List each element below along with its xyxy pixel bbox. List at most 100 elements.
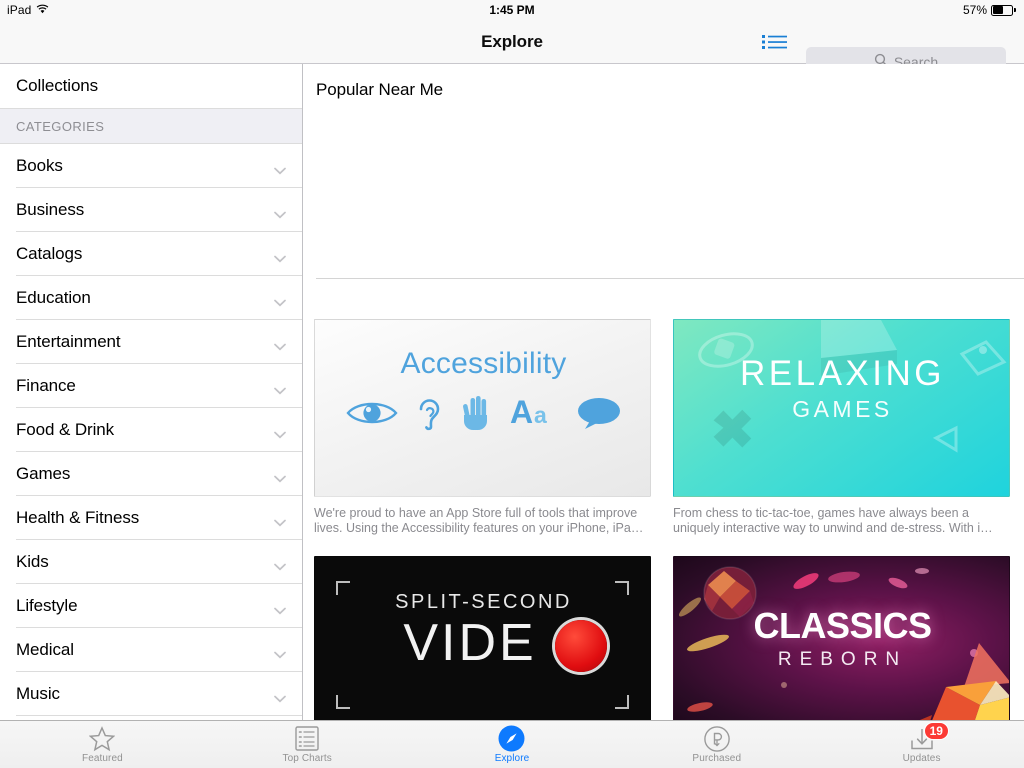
feature-card-classics-reborn[interactable]: CLASSICS REBORN	[673, 556, 1010, 720]
page-title: Explore	[481, 32, 543, 51]
accessibility-icon-row: A a	[315, 394, 650, 436]
sidebar-item-books[interactable]: Books	[0, 144, 302, 188]
tab-featured[interactable]: Featured	[0, 721, 205, 768]
sidebar-item-entertainment[interactable]: Entertainment	[0, 320, 302, 364]
sidebar-item-lifestyle[interactable]: Lifestyle	[0, 584, 302, 628]
chevron-down-icon[interactable]	[274, 690, 286, 703]
chevron-down-icon[interactable]	[274, 602, 286, 615]
status-bar-clock: 1:45 PM	[489, 3, 535, 17]
sidebar-item-business[interactable]: Business	[0, 188, 302, 232]
corner-bracket-icon	[336, 695, 350, 709]
ear-icon	[414, 395, 444, 436]
chevron-down-icon[interactable]	[274, 338, 286, 351]
sidebar-item-label: Health & Fitness	[16, 508, 140, 527]
sidebar-item-games[interactable]: Games	[0, 452, 302, 496]
sidebar-item-label: Finance	[16, 376, 76, 395]
sidebar-item-label: Kids	[16, 552, 49, 571]
sidebar-section-header-categories: CATEGORIES	[0, 108, 302, 144]
card-art-subtitle: VIDE	[403, 614, 537, 672]
updates-badge: 19	[923, 721, 949, 740]
card-artwork[interactable]: SPLIT-SECOND VIDE	[314, 556, 651, 720]
tab-updates[interactable]: 19 Updates	[819, 721, 1024, 768]
sidebar-item-music[interactable]: Music	[0, 672, 302, 716]
sidebar-item-label: Collections	[16, 76, 99, 95]
list-icon	[295, 726, 319, 752]
card-art-subtitle: GAMES	[792, 396, 893, 422]
chevron-down-icon[interactable]	[274, 294, 286, 307]
tab-top-charts[interactable]: Top Charts	[205, 721, 410, 768]
card-art-subtitle: REBORN	[777, 649, 908, 670]
sidebar-item-health-fitness[interactable]: Health & Fitness	[0, 496, 302, 540]
tab-label: Top Charts	[282, 752, 332, 764]
card-art-title: SPLIT-SECOND	[395, 591, 572, 613]
tab-label: Featured	[81, 752, 123, 764]
chevron-down-icon[interactable]	[274, 382, 286, 395]
chevron-down-icon[interactable]	[274, 558, 286, 571]
sidebar-item-label: Catalogs	[16, 244, 83, 263]
sidebar-item-label: Books	[16, 156, 63, 175]
categories-sidebar[interactable]: Collections CATEGORIES Books Business Cata…	[0, 64, 303, 720]
hand-icon	[460, 395, 494, 436]
navigation-bar: Explore Search	[0, 20, 1024, 77]
row-separator	[16, 715, 302, 716]
sidebar-item-finance[interactable]: Finance	[0, 364, 302, 408]
purchased-icon	[703, 725, 730, 752]
feature-card-split-second-video[interactable]: SPLIT-SECOND VIDE	[314, 556, 651, 720]
feature-card-accessibility[interactable]: Accessibility A a We're proud to have an…	[314, 319, 651, 536]
tab-label: Purchased	[692, 752, 742, 764]
chevron-down-icon[interactable]	[274, 514, 286, 527]
sidebar-item-kids[interactable]: Kids	[0, 540, 302, 584]
chevron-down-icon[interactable]	[274, 162, 286, 175]
record-dot-icon	[555, 620, 607, 672]
list-view-icon[interactable]	[762, 32, 788, 52]
tab-label: Explore	[494, 752, 530, 764]
card-art-title: CLASSICS	[753, 605, 932, 646]
svg-text:a: a	[534, 402, 547, 428]
compass-icon	[498, 725, 525, 752]
sidebar-item-label: Medical	[16, 640, 74, 659]
bottom-tab-bar[interactable]: Featured Top Charts Explore Purchased 19 Upda…	[0, 720, 1024, 768]
battery-icon	[991, 4, 1016, 16]
sidebar-item-food-drink[interactable]: Food & Drink	[0, 408, 302, 452]
card-row: SPLIT-SECOND VIDE CLASSICS REBORN	[314, 556, 1024, 720]
sidebar-item-label: Food & Drink	[16, 420, 115, 439]
explore-content: Popular Near Me Accessibility A a We're …	[303, 64, 1024, 720]
sidebar-item-label: Entertainment	[16, 332, 121, 351]
chevron-down-icon[interactable]	[274, 470, 286, 483]
sidebar-item-label: Education	[16, 288, 91, 307]
feature-card-grid: Accessibility A a We're proud to have an…	[314, 319, 1024, 720]
section-divider	[316, 278, 1024, 279]
card-caption: From chess to tic-tac-toe, games have al…	[673, 506, 993, 535]
tab-purchased[interactable]: Purchased	[614, 721, 819, 768]
sidebar-item-education[interactable]: Education	[0, 276, 302, 320]
card-artwork[interactable]: RELAXING GAMES	[673, 319, 1010, 497]
status-bar: iPad 1:45 PM 57%	[0, 0, 1024, 20]
sidebar-section-label: CATEGORIES	[16, 118, 105, 134]
corner-bracket-icon	[615, 695, 629, 709]
sidebar-item-catalogs[interactable]: Catalogs	[0, 232, 302, 276]
sidebar-item-label: Games	[16, 464, 71, 483]
svg-text:A: A	[510, 396, 533, 430]
section-title-popular-near-me: Popular Near Me	[316, 80, 444, 99]
chevron-down-icon[interactable]	[274, 206, 286, 219]
chevron-down-icon[interactable]	[274, 646, 286, 659]
sidebar-scrollbar[interactable]	[298, 244, 301, 674]
tab-explore[interactable]: Explore	[410, 721, 615, 768]
card-art-title: RELAXING	[740, 354, 945, 393]
card-art-title: Accessibility	[400, 347, 567, 380]
chevron-down-icon[interactable]	[274, 250, 286, 263]
card-caption: We're proud to have an App Store full of…	[314, 506, 644, 535]
text-size-icon: A a	[510, 394, 560, 435]
star-icon	[89, 725, 116, 752]
status-bar-right: 57%	[963, 3, 1016, 17]
card-artwork[interactable]: Accessibility A a	[314, 319, 651, 497]
feature-card-relaxing-games[interactable]: RELAXING GAMES From chess to tic-tac-toe…	[673, 319, 1010, 536]
sidebar-item-medical[interactable]: Medical	[0, 628, 302, 672]
sidebar-item-collections[interactable]: Collections	[0, 64, 302, 108]
chevron-down-icon[interactable]	[274, 426, 286, 439]
battery-percent: 57%	[962, 3, 987, 17]
app-store-explore-screen: iPad 1:45 PM 57% Explore Search Collecti…	[0, 0, 1024, 768]
card-artwork[interactable]: CLASSICS REBORN	[673, 556, 1010, 720]
tab-label: Updates	[902, 752, 941, 764]
sidebar-item-label: Business	[16, 200, 85, 219]
